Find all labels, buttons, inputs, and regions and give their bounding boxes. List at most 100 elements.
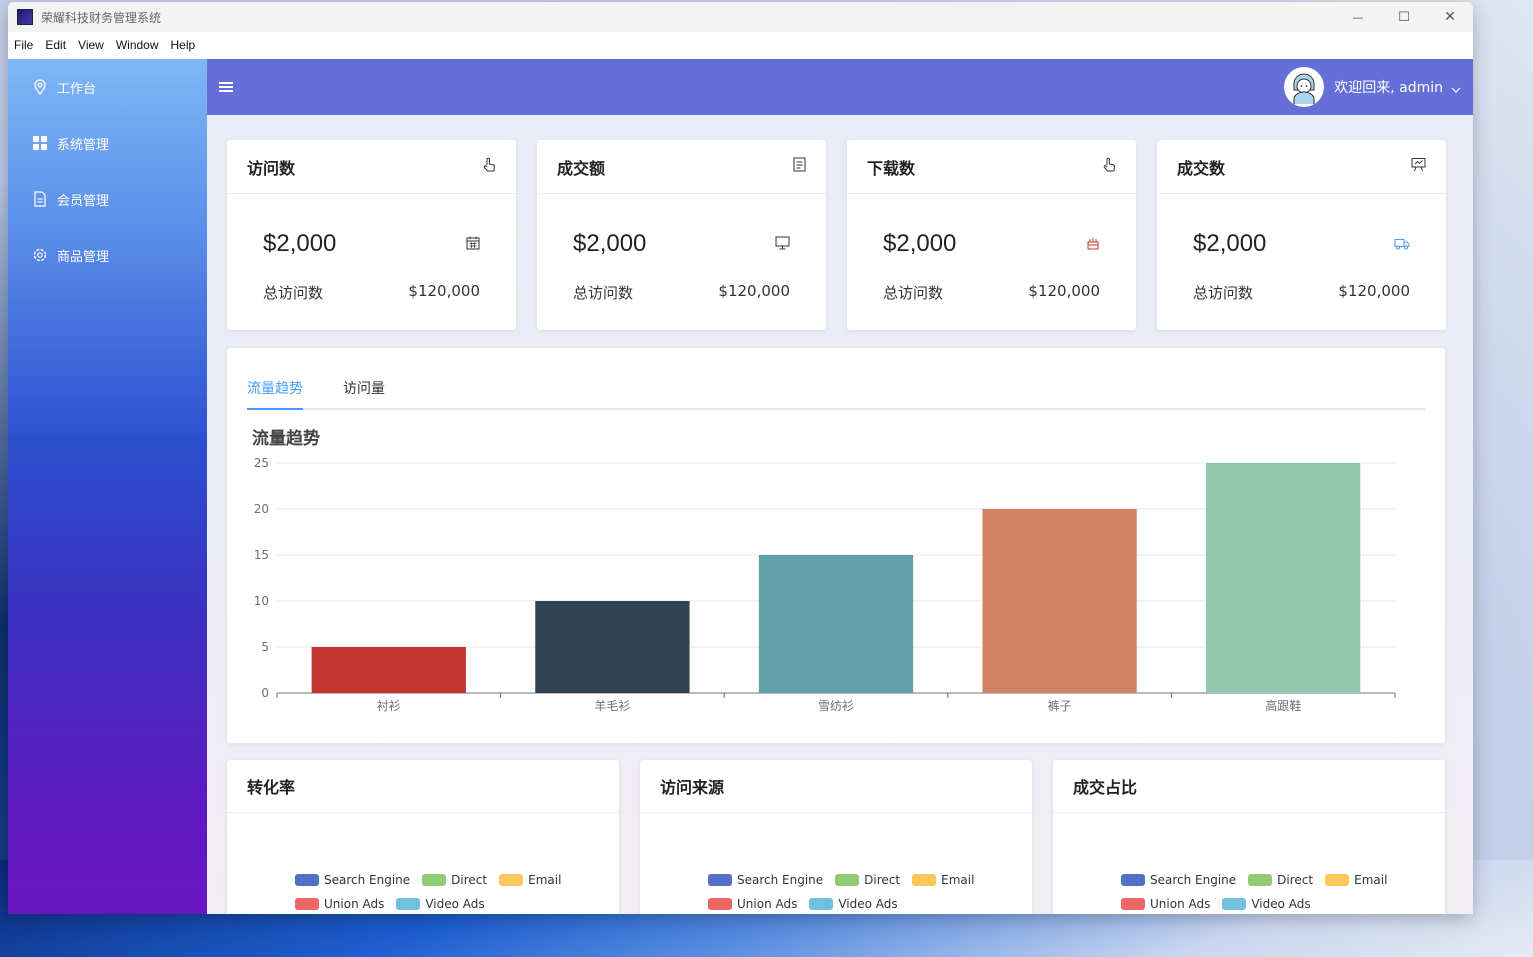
legend-item[interactable]: Direct [1248, 873, 1313, 887]
calendar-icon [466, 235, 480, 254]
app-logo-icon [17, 9, 33, 25]
legend-label: Search Engine [1150, 873, 1237, 887]
chart-legend: Search Engine Direct Email Union Ads Vid… [708, 873, 1008, 914]
legend-label: Union Ads [737, 897, 798, 911]
y-tick-label: 0 [261, 686, 269, 700]
legend-label: Video Ads [1251, 897, 1311, 911]
sidebar-item-label: 会员管理 [57, 193, 110, 209]
legend-item[interactable]: Direct [422, 873, 487, 887]
legend-item[interactable]: Union Ads [295, 897, 384, 911]
sidebar-item-workbench[interactable]: 工作台 [8, 59, 207, 115]
chart-legend: Search Engine Direct Email Union Ads Vid… [295, 873, 595, 914]
stat-value: $120,000 [718, 282, 790, 300]
stat-value: $120,000 [1028, 282, 1100, 300]
sidebar-item-system[interactable]: 系统管理 [8, 115, 207, 171]
welcome-text: 欢迎回来, admin [1334, 80, 1443, 96]
cake-icon [1086, 235, 1100, 254]
card-title: 下载数 [867, 158, 916, 178]
card-title: 访问数 [247, 158, 296, 178]
stat-label: 总访问数 [1193, 284, 1254, 302]
bar-chart: 0 5 10 15 20 25 衬衫 羊毛衫 雪纺衫 裤子 高跟鞋 [254, 456, 1396, 713]
card-amount: $2,000 [263, 230, 337, 257]
legend-item[interactable]: Email [1325, 873, 1387, 887]
sidebar-item-members[interactable]: 会员管理 [8, 171, 207, 227]
tab-traffic-trend[interactable]: 流量趋势 [247, 378, 303, 410]
y-tick-label: 10 [254, 594, 269, 608]
legend-item[interactable]: Search Engine [295, 873, 410, 887]
menu-help[interactable]: Help [165, 38, 202, 52]
card-amount: $2,000 [883, 230, 957, 257]
y-tick-label: 20 [254, 502, 269, 516]
x-tick-label: 裤子 [1048, 699, 1072, 713]
source-card: 访问来源 Search Engine Direct Email Union Ad… [640, 760, 1032, 914]
pointer-hand-icon [482, 157, 496, 177]
bottom-cards: 转化率 Search Engine Direct Email Union Ads… [227, 760, 1445, 914]
legend-item[interactable]: Direct [835, 873, 900, 887]
legend-item[interactable]: Search Engine [1121, 873, 1236, 887]
stat-value: $120,000 [1338, 282, 1410, 300]
menu-bar: File Edit View Window Help [8, 32, 1473, 58]
stat-value: $120,000 [408, 282, 480, 300]
x-tick-label: 衬衫 [377, 699, 401, 713]
menu-view[interactable]: View [72, 38, 110, 52]
legend-label: Email [528, 873, 562, 887]
legend-label: Email [1354, 873, 1388, 887]
sidebar-item-label: 商品管理 [57, 249, 110, 265]
legend-label: Direct [451, 873, 488, 887]
x-tick-label: 羊毛衫 [594, 698, 630, 713]
legend-item[interactable]: Email [912, 873, 974, 887]
legend-item[interactable]: Video Ads [809, 897, 898, 911]
legend-item[interactable]: Email [499, 873, 561, 887]
close-icon: ✕ [1444, 9, 1456, 25]
stat-card-downloads: 下载数 $2,000 总访问数 $120,000 [847, 140, 1136, 330]
menu-toggle-icon[interactable] [219, 82, 233, 92]
stat-label: 总访问数 [263, 284, 324, 302]
close-button[interactable]: ✕ [1427, 2, 1473, 32]
legend-label: Direct [864, 873, 901, 887]
bar [535, 601, 690, 693]
chevron-down-icon [1451, 78, 1461, 97]
document-icon [32, 191, 48, 207]
legend-item[interactable]: Video Ads [1222, 897, 1311, 911]
main-content: 欢迎回来, admin 访问数 $2,000 总访问数 $120,000 成交额… [207, 59, 1473, 914]
truck-icon [1394, 235, 1410, 254]
legend-label: Union Ads [324, 897, 385, 911]
maximize-button[interactable]: ☐ [1381, 2, 1427, 32]
legend-item[interactable]: Video Ads [396, 897, 485, 911]
legend-label: Email [941, 873, 975, 887]
stat-label: 总访问数 [573, 284, 634, 302]
chart-legend: Search Engine Direct Email Union Ads Vid… [1121, 873, 1421, 914]
x-tick-label: 高跟鞋 [1265, 698, 1301, 713]
y-tick-label: 15 [254, 548, 269, 562]
x-tick-label: 雪纺衫 [818, 699, 854, 713]
grid-icon [32, 135, 48, 151]
chart-tabs: 流量趋势 访问量 [247, 378, 1425, 410]
presentation-icon [1411, 157, 1426, 176]
menu-edit[interactable]: Edit [39, 38, 72, 52]
tab-visits[interactable]: 访问量 [343, 378, 385, 408]
y-tick-label: 25 [254, 456, 269, 470]
legend-label: Video Ads [838, 897, 898, 911]
card-title: 访问来源 [640, 760, 1032, 813]
card-amount: $2,000 [1193, 230, 1267, 257]
menu-file[interactable]: File [8, 38, 39, 52]
user-menu[interactable]: 欢迎回来, admin [1284, 67, 1461, 107]
menu-window[interactable]: Window [110, 38, 165, 52]
legend-label: Search Engine [324, 873, 411, 887]
deal-ratio-card: 成交占比 Search Engine Direct Email Union Ad… [1053, 760, 1445, 914]
stat-card-amount: 成交额 $2,000 总访问数 $120,000 [537, 140, 826, 330]
top-header: 欢迎回来, admin [207, 59, 1473, 115]
y-tick-label: 5 [261, 640, 269, 654]
traffic-chart-panel: 流量趋势 访问量 流量趋势 0 5 10 15 20 25 衬衫 羊毛衫 雪纺衫 裤子 高跟鞋 [227, 348, 1445, 743]
sidebar-item-products[interactable]: 商品管理 [8, 227, 207, 283]
monitor-icon [775, 235, 790, 254]
legend-label: Video Ads [425, 897, 485, 911]
gear-icon [32, 247, 48, 263]
legend-item[interactable]: Union Ads [708, 897, 797, 911]
location-pin-icon [32, 79, 48, 95]
bar [311, 647, 466, 693]
legend-item[interactable]: Search Engine [708, 873, 823, 887]
legend-item[interactable]: Union Ads [1121, 897, 1210, 911]
minimize-button[interactable]: — [1335, 2, 1381, 32]
bar [758, 555, 914, 693]
